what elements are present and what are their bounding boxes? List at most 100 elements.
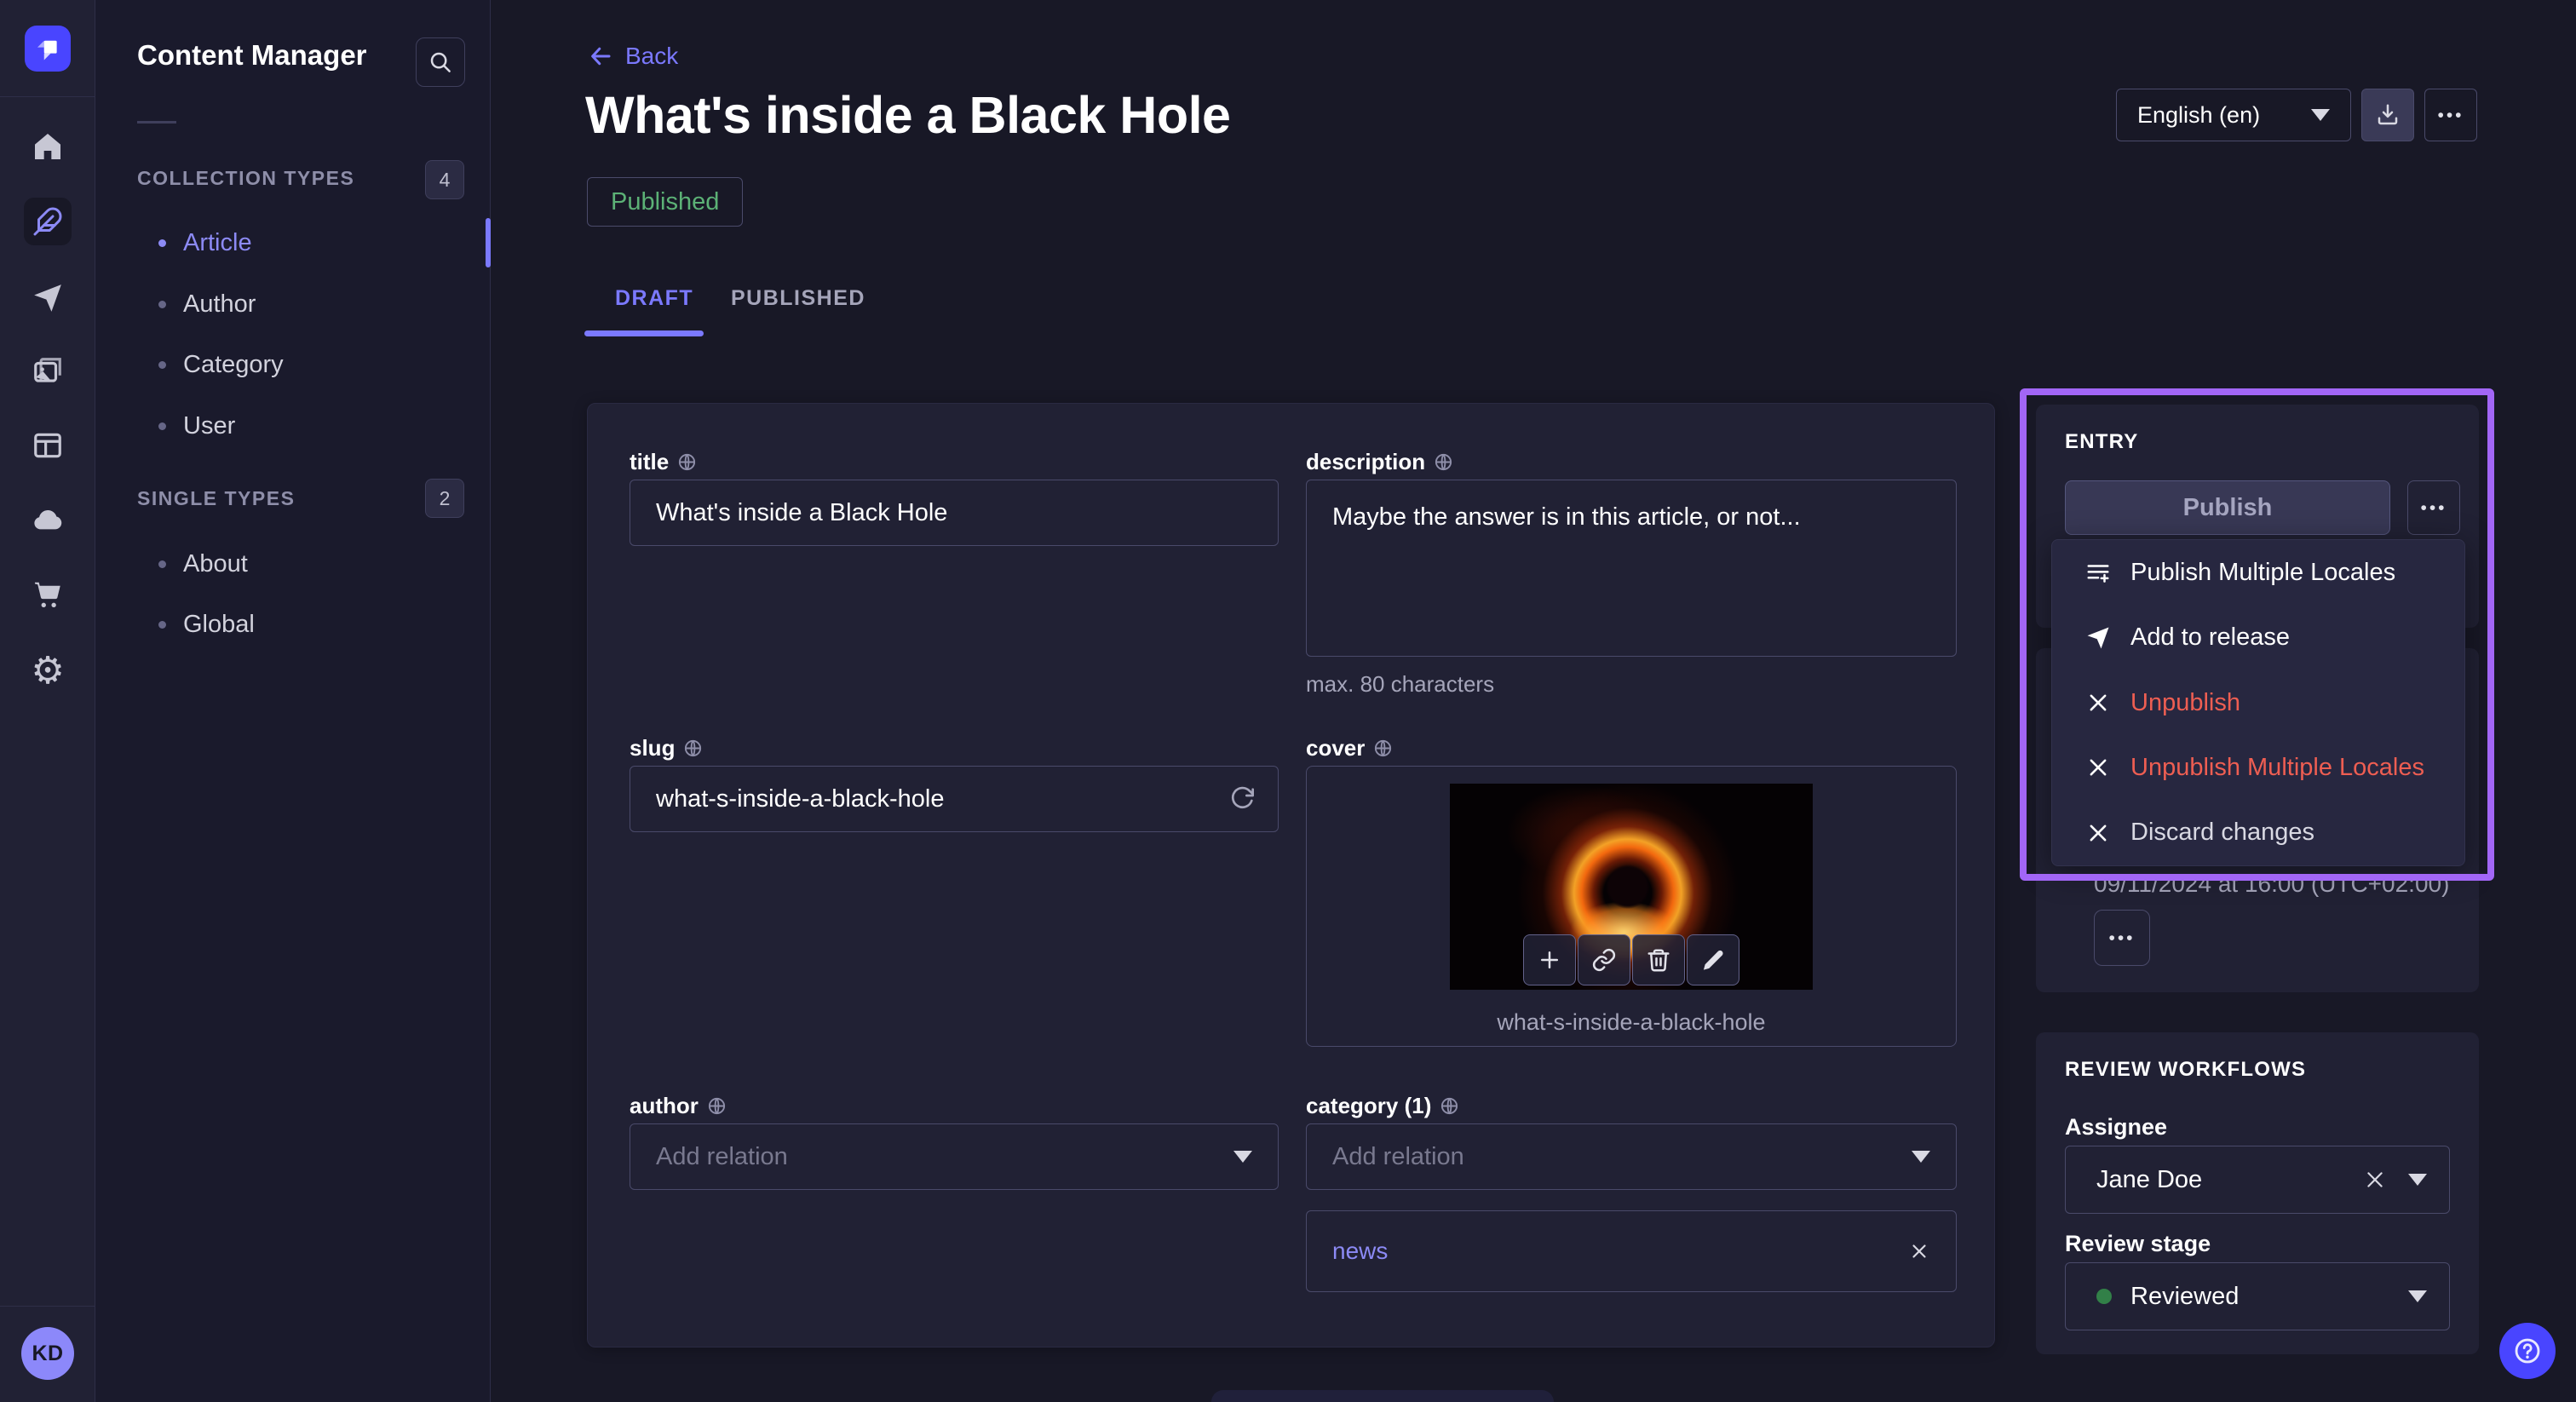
rail-divider-bottom [0,1306,95,1307]
user-avatar[interactable]: KD [21,1327,74,1380]
back-link[interactable]: Back [588,43,678,70]
edit-asset-button[interactable] [1687,934,1739,985]
paper-plane-icon [32,282,64,314]
subnav-divider [137,121,176,124]
status-badge: Published [587,177,743,227]
assignee-combobox[interactable]: Jane Doe [2065,1146,2450,1214]
slug-field-label: slug [630,735,703,761]
description-textarea[interactable]: Maybe the answer is in this article, or … [1306,480,1957,657]
bullet-icon [158,361,166,369]
entry-actions-menu: Publish Multiple Locales Add to release … [2051,539,2465,866]
category-field-label: category (1) [1306,1093,1459,1119]
globe-icon [1440,1096,1459,1116]
chevron-down-icon [2408,1174,2427,1186]
clear-assignee-icon[interactable] [2364,1169,2386,1191]
single-types-heading: SINGLE TYPES [137,487,295,510]
sidebar-item-media-library[interactable] [0,348,95,395]
cart-icon [32,578,64,611]
copy-link-button[interactable] [1578,934,1630,985]
category-relation-item: news [1306,1210,1957,1292]
main-nav-rail: ⚙ KD [0,0,95,1402]
bullet-icon [158,422,166,430]
trash-icon [1646,947,1671,973]
author-field-label: author [630,1093,727,1119]
active-item-indicator [486,218,491,267]
review-workflows-card: REVIEW WORKFLOWS Assignee Jane Doe Revie… [2036,1032,2479,1354]
cloud-icon [30,502,66,537]
ellipsis-icon: ••• [2420,499,2447,517]
relation-link-news[interactable]: news [1332,1238,1388,1265]
list-plus-icon [2084,560,2112,585]
subnav-item-user[interactable]: User [95,396,491,456]
active-tab-underline [584,330,704,336]
category-relation-select[interactable]: Add relation [1306,1123,1957,1190]
subnav-item-author[interactable]: Author [95,274,491,334]
download-icon [2375,102,2401,128]
bullet-icon [158,560,166,568]
rail-divider-top [0,96,95,97]
description-hint: max. 80 characters [1306,671,1494,698]
link-icon [1591,947,1617,973]
tab-published[interactable]: PUBLISHED [731,286,865,311]
entry-more-button[interactable]: ••• [2407,480,2460,535]
sidebar-item-marketplace[interactable] [0,571,95,618]
arrow-left-icon [588,43,613,69]
subnav-item-article[interactable]: Article [95,213,491,273]
sidebar-item-settings[interactable]: ⚙ [0,647,95,695]
chevron-down-icon [2408,1290,2427,1302]
sidebar-item-releases[interactable] [0,274,95,322]
globe-icon [683,738,703,758]
tab-draft[interactable]: DRAFT [615,286,693,311]
publish-button[interactable]: Publish [2065,480,2390,535]
cover-filename: what-s-inside-a-black-hole [1306,1009,1957,1036]
sidebar-item-home[interactable] [0,123,95,170]
bullet-icon [158,301,166,308]
sidebar-item-content-type-builder[interactable] [0,422,95,469]
subnav-search-button[interactable] [416,37,465,87]
menu-item-unpublish[interactable]: Unpublish [2052,670,2464,735]
author-relation-select[interactable]: Add relation [630,1123,1279,1190]
stage-status-dot [2096,1289,2112,1304]
locale-select[interactable]: English (en) [2116,89,2351,141]
globe-icon [1373,738,1393,758]
subnav-item-category[interactable]: Category [95,335,491,394]
sidebar-item-content-manager[interactable] [24,198,72,245]
chevron-down-icon [1233,1151,1252,1163]
subnav-item-about[interactable]: About [95,534,491,594]
page-title: What's inside a Black Hole [585,85,1230,145]
gear-icon: ⚙ [31,652,64,690]
bullet-icon [158,239,166,247]
title-input[interactable] [630,480,1279,546]
search-icon [428,49,453,75]
regenerate-slug-icon[interactable] [1228,785,1256,813]
header-more-button[interactable]: ••• [2424,89,2477,141]
bullet-icon [158,621,166,629]
strapi-logo-icon [33,34,62,63]
sidebar-item-cloud[interactable] [0,496,95,543]
menu-item-unpublish-multiple-locales[interactable]: Unpublish Multiple Locales [2052,735,2464,800]
add-asset-button[interactable] [1523,934,1576,985]
delete-asset-button[interactable] [1632,934,1685,985]
menu-item-add-to-release[interactable]: Add to release [2052,605,2464,669]
export-download-button[interactable] [2361,89,2414,141]
slug-input[interactable]: what-s-inside-a-black-hole [630,766,1279,832]
globe-icon [1434,452,1453,472]
scheduled-date: 09/11/2024 at 16:00 (UTC+02:00) [2094,871,2449,898]
cross-icon [2084,756,2112,779]
remove-relation-icon[interactable] [1908,1240,1930,1262]
globe-icon [677,452,697,472]
scheduled-more-button[interactable]: ••• [2094,910,2150,966]
cover-field-label: cover [1306,735,1393,761]
collection-types-heading: COLLECTION TYPES [137,167,354,190]
help-button[interactable] [2499,1323,2556,1379]
menu-item-discard-changes[interactable]: Discard changes [2052,801,2464,865]
description-field-label: description [1306,449,1453,475]
title-field-label: title [630,449,697,475]
review-workflows-heading: REVIEW WORKFLOWS [2065,1058,2306,1082]
media-library-icon [32,355,64,388]
paper-plane-icon [2084,625,2112,651]
chevron-down-icon [1912,1151,1930,1163]
subnav-item-global[interactable]: Global [95,595,491,654]
review-stage-select[interactable]: Reviewed [2065,1262,2450,1330]
menu-item-publish-multiple-locales[interactable]: Publish Multiple Locales [2052,540,2464,605]
